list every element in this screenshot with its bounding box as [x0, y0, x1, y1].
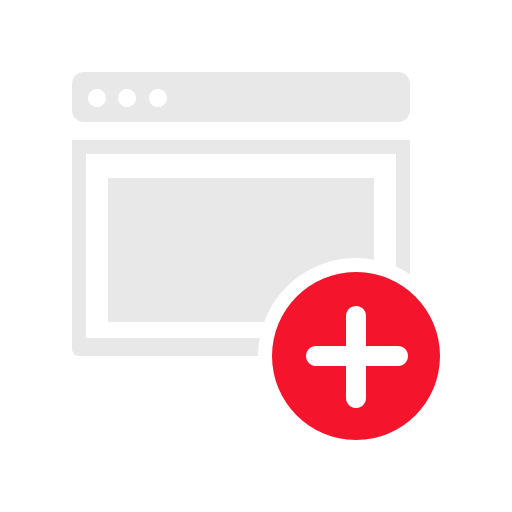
add-browser-window-icon [72, 72, 454, 454]
window-control-dots [88, 89, 167, 107]
window-dot-3 [149, 89, 167, 107]
add-badge-icon [258, 258, 454, 454]
window-dot-2 [118, 89, 136, 107]
icon-canvas [0, 0, 512, 512]
window-dot-1 [88, 89, 106, 107]
